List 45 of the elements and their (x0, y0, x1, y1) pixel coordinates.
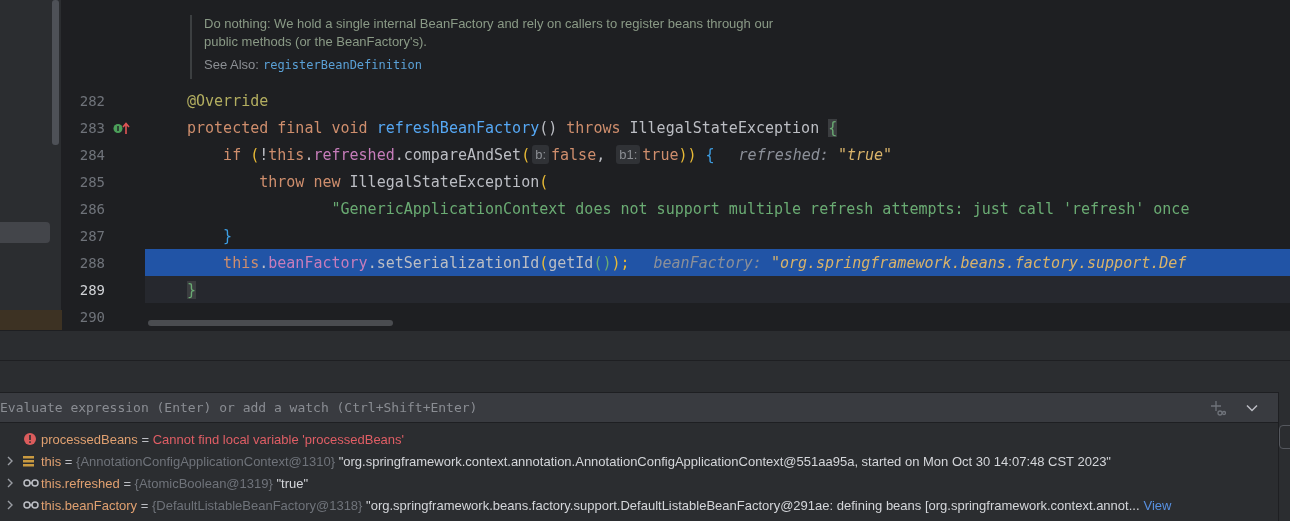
glasses-icon (23, 500, 39, 510)
evaluate-bar[interactable]: Evaluate expression (Enter) or add a watch (Ctrl+Shift+Enter) (0, 392, 1278, 423)
variable-type: {AtomicBoolean@1319} (134, 475, 273, 491)
equals-sign: = (63, 453, 74, 469)
variable-type: {AnnotationConfigApplicationContext@1310} (76, 453, 335, 469)
equals-sign: = (140, 431, 151, 447)
variable-type: {DefaultListableBeanFactory@1318} (151, 497, 363, 513)
code-line: @Override (186, 90, 270, 112)
variable-name: this (41, 453, 62, 469)
implements-icon[interactable] (113, 120, 131, 135)
code-line: protected final void refreshBeanFactory() throws IllegalStateException { (186, 117, 839, 139)
doc-text: Do nothing: We hold a single internal BeanFactory and rely on callers to register beans through our public methods (or the BeanFactory's). (204, 15, 775, 51)
evaluate-field[interactable]: Evaluate expression (Enter) or add a watch (Ctrl+Shift+Enter) (0, 400, 1210, 415)
error-icon (23, 432, 37, 446)
code-line: } (222, 225, 234, 247)
variable-value: "true" (276, 475, 309, 491)
chevron-down-icon[interactable] (1246, 403, 1258, 412)
variable-name: this.beanFactory (41, 497, 138, 513)
view-link[interactable]: View (1143, 497, 1172, 513)
line-number: 283 (78, 119, 105, 136)
line-number: 284 (78, 146, 105, 163)
equals-sign: = (122, 475, 132, 491)
see-also-link[interactable]: registerBeanDefinition (262, 58, 422, 72)
code-line: if (!this.refreshed.compareAndSet( b: false, b1: true)) { refreshed: "true" (222, 144, 894, 166)
error-message: Cannot find local variable 'processedBeans' (152, 431, 405, 447)
horizontal-scrollbar[interactable] (148, 320, 393, 326)
equals-sign: = (139, 497, 150, 513)
line-number: 289 (78, 281, 105, 298)
line-number: 290 (78, 308, 105, 325)
variable-value: "org.springframework.context.annotation.AnnotationConfigApplicationContext@551aa95a, started on Mon Oct 30 14:07:48 CST 2023" (338, 453, 1111, 469)
line-number: 285 (78, 173, 105, 190)
list-icon (23, 455, 35, 467)
add-watch-icon[interactable] (1210, 399, 1226, 416)
see-also-label: See Also: (204, 57, 259, 72)
code-line: throw new IllegalStateException( (258, 171, 550, 193)
line-number: 286 (78, 200, 105, 217)
variable-name: this.refreshed (41, 475, 120, 491)
glasses-icon (23, 478, 39, 488)
line-number: 288 (78, 254, 105, 271)
line-number: 282 (78, 92, 105, 109)
code-line: "GenericApplicationContext does not support multiple refresh attempts: just call 'refresh' once (330, 198, 1191, 220)
variable-value: "org.springframework.beans.factory.support.DefaultListableBeanFactory@291ae: defining beans [org.springframework.context.annot... (366, 497, 1140, 513)
variable-name: processedBeans (41, 431, 138, 447)
scrollbar-thumb[interactable] (52, 0, 59, 145)
line-number: 287 (78, 227, 105, 244)
